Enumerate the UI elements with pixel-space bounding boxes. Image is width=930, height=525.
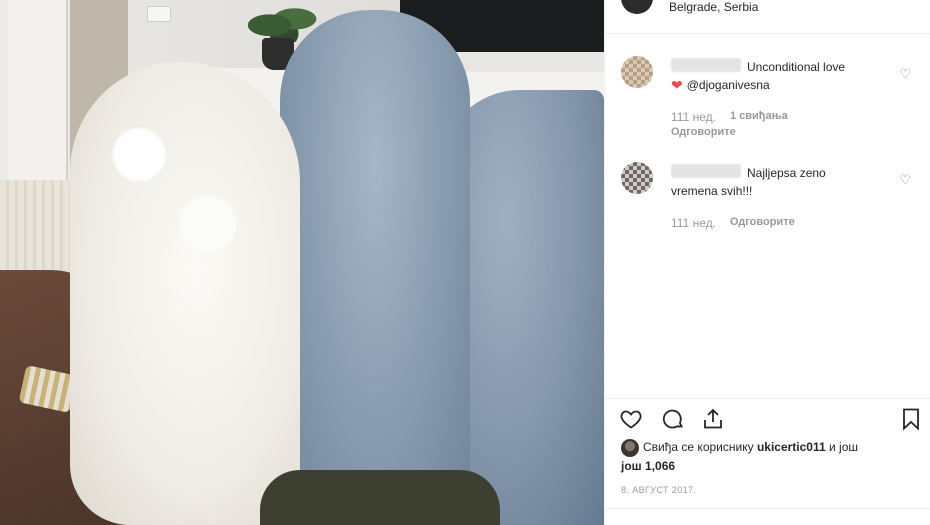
liker-avatar[interactable] bbox=[621, 438, 639, 457]
comment-text-line2: vremena svih!!! bbox=[671, 182, 752, 200]
comment-text: Unconditional love bbox=[747, 60, 846, 74]
liker-username[interactable]: ukicertic011 bbox=[757, 440, 826, 454]
comment-age[interactable]: 111 нед. bbox=[671, 110, 716, 124]
comment-text: Najljepsa zeno bbox=[747, 166, 826, 180]
likes-prefix: Свиђа се кориснику bbox=[643, 440, 754, 454]
comment-text-line2: ❤ @djoganivesna bbox=[671, 76, 770, 94]
photo-jeans-left-leg bbox=[280, 10, 470, 525]
comment-reply-button[interactable]: Одговорите bbox=[671, 126, 736, 138]
comment-reply-button[interactable]: Одговорите bbox=[730, 216, 795, 230]
red-heart-emoji-icon: ❤ bbox=[671, 77, 683, 93]
author-avatar[interactable] bbox=[621, 0, 653, 14]
photo-door bbox=[8, 0, 68, 190]
comment-mention-link[interactable]: @djoganivesna bbox=[687, 76, 770, 94]
post-date[interactable]: 8. АВГУСТ 2017. bbox=[621, 485, 696, 495]
comment-age[interactable]: 111 нед. bbox=[671, 216, 716, 230]
post-side-panel: Belgrade, Serbia Unconditional love ❤ @d… bbox=[604, 0, 930, 525]
post-photo[interactable] bbox=[0, 0, 604, 525]
post-action-bar bbox=[605, 398, 930, 438]
photo-white-dog bbox=[70, 62, 300, 525]
commenter-avatar[interactable] bbox=[621, 56, 653, 88]
comment-bubble-icon[interactable] bbox=[661, 407, 685, 431]
likes-more-link[interactable]: још 1,066 bbox=[621, 459, 675, 473]
divider bbox=[605, 508, 930, 509]
bookmark-icon[interactable] bbox=[899, 407, 923, 431]
location-link[interactable]: Belgrade, Serbia bbox=[669, 0, 758, 14]
like-heart-icon[interactable] bbox=[619, 407, 643, 431]
post-header: Belgrade, Serbia bbox=[605, 0, 930, 34]
comment-text-continued: vremena svih!!! bbox=[671, 184, 753, 198]
comment-like-heart-icon[interactable]: ♡ bbox=[899, 172, 911, 188]
comment-meta: 111 нед. 1 свиђања bbox=[671, 110, 788, 124]
likes-summary: Свиђа се кориснику ukicertic011 и још јо… bbox=[621, 438, 921, 475]
photo-shirt bbox=[260, 470, 500, 525]
commenter-avatar[interactable] bbox=[621, 162, 653, 194]
comment-likes-count[interactable]: 1 свиђања bbox=[730, 110, 788, 124]
comment-like-heart-icon[interactable]: ♡ bbox=[899, 66, 911, 82]
photo-light-switch bbox=[147, 6, 171, 22]
likes-suffix: и још bbox=[829, 440, 859, 454]
likes-count: 1,066 bbox=[645, 458, 676, 473]
comment-meta: 111 нед. Одговорите bbox=[671, 216, 795, 230]
share-upload-icon[interactable] bbox=[701, 407, 725, 431]
likes-more-prefix: још bbox=[621, 458, 642, 473]
